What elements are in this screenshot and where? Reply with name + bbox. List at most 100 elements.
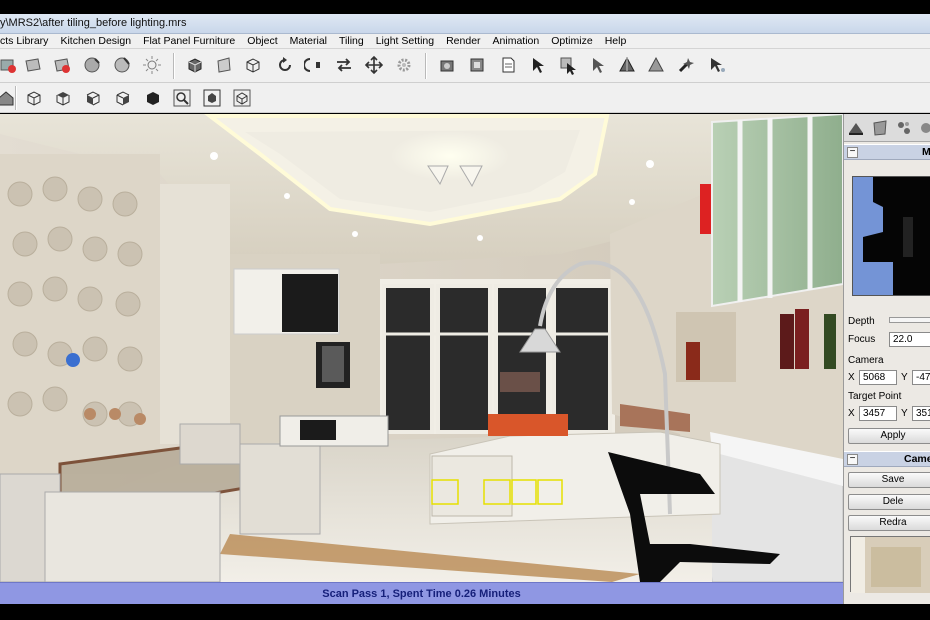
target-point-label: Target Point: [848, 391, 902, 402]
document-icon: [502, 57, 515, 73]
pyramid-icon: [619, 56, 635, 72]
collapse-icon[interactable]: −: [847, 147, 858, 158]
box-left-icon: [86, 91, 100, 106]
surface-icon: [217, 57, 231, 73]
collapse-icon[interactable]: −: [847, 454, 858, 465]
title-bar: y\MRS2\after tiling_before lighting.mrs: [0, 14, 930, 34]
camera-section-title: Came: [904, 453, 930, 465]
house-icon: [0, 91, 14, 106]
light-button[interactable]: [140, 53, 164, 77]
target-x-input[interactable]: 3457: [859, 406, 897, 421]
material-pick-button[interactable]: [110, 53, 134, 77]
view-top-button[interactable]: [51, 86, 75, 110]
menu-flat-panel-furniture[interactable]: Flat Panel Furniture: [137, 34, 241, 48]
magic-wand-button[interactable]: [674, 53, 698, 77]
pointer-sparkle-icon: [711, 58, 725, 72]
menu-light-setting[interactable]: Light Setting: [370, 34, 440, 48]
pointer-sparkle-button[interactable]: [705, 53, 729, 77]
zoom-window-icon: [233, 89, 251, 107]
select-face-button[interactable]: [586, 53, 610, 77]
depth-slider[interactable]: [889, 317, 930, 323]
zoom-button[interactable]: [170, 86, 194, 110]
depth-label: Depth: [848, 316, 875, 327]
save-camera-button[interactable]: Save: [848, 472, 930, 488]
cube-view-button[interactable]: [183, 53, 207, 77]
menu-bar: cts Library Kitchen Design Flat Panel Fu…: [0, 34, 930, 49]
view-front-button[interactable]: [22, 86, 46, 110]
move-button[interactable]: [362, 53, 386, 77]
object-tab-icon: [873, 120, 887, 136]
menu-animation[interactable]: Animation: [487, 34, 546, 48]
toolbar-separator: [15, 86, 17, 110]
box-top-icon: [56, 92, 70, 106]
apply-button[interactable]: Apply: [848, 428, 930, 444]
rotate-icon: [279, 57, 291, 71]
delete-object-button[interactable]: [0, 53, 20, 77]
camera-thumbnail[interactable]: [850, 536, 930, 593]
material-section-title: M: [922, 146, 930, 158]
camera-x-label: X: [848, 372, 855, 383]
swap-arrows-icon: [337, 58, 351, 72]
wireframe-box-button[interactable]: [241, 53, 265, 77]
tab-settings[interactable]: [916, 117, 930, 139]
select-face-icon: [593, 58, 604, 73]
view-left-button[interactable]: [81, 86, 105, 110]
redraw-button[interactable]: Redra: [848, 515, 930, 531]
panel-tab-strip: [844, 114, 930, 142]
pyramid-button[interactable]: [615, 53, 639, 77]
camera-y-label: Y: [901, 372, 908, 383]
remove-wall-icon: [54, 58, 70, 73]
material-sphere-button[interactable]: [80, 53, 104, 77]
menu-render[interactable]: Render: [440, 34, 486, 48]
menu-material[interactable]: Material: [284, 34, 333, 48]
menu-help[interactable]: Help: [599, 34, 633, 48]
menu-kitchen-design[interactable]: Kitchen Design: [54, 34, 137, 48]
menu-optimize[interactable]: Optimize: [545, 34, 598, 48]
camera-y-input[interactable]: -47: [912, 370, 930, 385]
tab-material[interactable]: [846, 117, 866, 139]
delete-camera-button[interactable]: Dele: [848, 494, 930, 510]
document-button[interactable]: [496, 53, 520, 77]
pick-material-icon: [114, 57, 130, 73]
cursor-arrow-icon: [533, 58, 544, 73]
target-y-input[interactable]: 351: [912, 406, 930, 421]
triangle-button[interactable]: [644, 53, 668, 77]
select-object-button[interactable]: [556, 53, 580, 77]
tab-object[interactable]: [870, 117, 890, 139]
view-right-button[interactable]: [111, 86, 135, 110]
tools-tab-icon: [898, 122, 910, 134]
zoom-window-button[interactable]: [230, 86, 254, 110]
toolbar-separator: [173, 53, 175, 79]
focus-label: Focus: [848, 334, 876, 345]
camera-label: Camera: [848, 355, 884, 366]
remove-wall-button[interactable]: [50, 53, 74, 77]
menu-tiling[interactable]: Tiling: [333, 34, 370, 48]
snap-button[interactable]: [392, 53, 416, 77]
select-button[interactable]: [526, 53, 550, 77]
letterbox-top: [0, 0, 930, 14]
render-button[interactable]: [466, 53, 490, 77]
window-title: y\MRS2\after tiling_before lighting.mrs: [0, 17, 187, 29]
view-solid-button[interactable]: [141, 86, 165, 110]
tab-tools[interactable]: [894, 117, 914, 139]
focus-input[interactable]: 22.0: [889, 332, 930, 347]
swap-button[interactable]: [332, 53, 356, 77]
rotate-button[interactable]: [273, 53, 297, 77]
select-object-icon: [560, 57, 576, 75]
render-viewport[interactable]: [0, 114, 843, 582]
menu-object[interactable]: Object: [241, 34, 283, 48]
box-front-icon: [27, 91, 41, 106]
menu-products-library[interactable]: cts Library: [0, 34, 54, 48]
sun-icon: [143, 56, 161, 74]
target-y-label: Y: [901, 408, 908, 419]
material-section-header[interactable]: − M: [844, 144, 930, 160]
flat-surface-button[interactable]: [212, 53, 236, 77]
preview-image: [853, 177, 930, 295]
target-x-label: X: [848, 408, 855, 419]
camera-x-input[interactable]: 5068: [859, 370, 897, 385]
zoom-extents-button[interactable]: [200, 86, 224, 110]
camera-button[interactable]: [436, 53, 460, 77]
mirror-button[interactable]: [302, 53, 326, 77]
camera-section-header[interactable]: − Came: [844, 451, 930, 467]
wall-button[interactable]: [21, 53, 45, 77]
